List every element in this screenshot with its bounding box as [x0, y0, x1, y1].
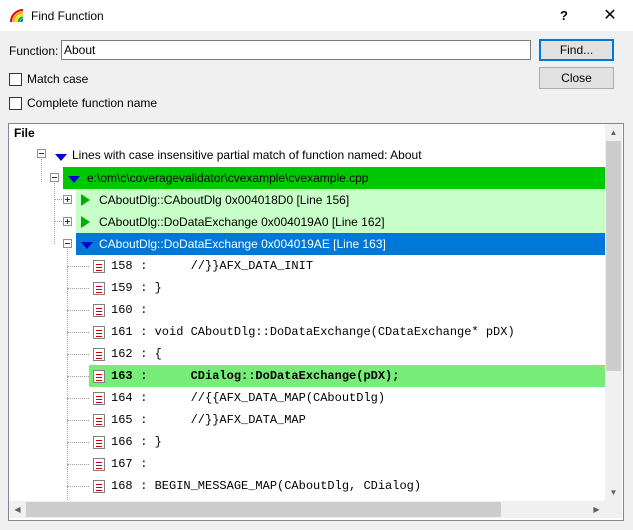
complete-function-name-label: Complete function name — [27, 96, 158, 110]
source-line-row[interactable]: 158 : //}}AFX_DATA_INIT — [9, 255, 605, 277]
tree-connector — [67, 310, 89, 311]
source-line-icon — [93, 370, 105, 383]
tree-root-row[interactable]: Lines with case insensitive partial matc… — [9, 145, 605, 165]
line-code: : //{{AFX_DATA_MAP(CAboutDlg) — [133, 391, 386, 405]
line-code: : void CAboutDlg::DoDataExchange(CDataEx… — [133, 325, 515, 339]
blue-triangle-icon — [68, 176, 80, 183]
scroll-left-icon[interactable]: ◀ — [9, 501, 26, 518]
source-line-row[interactable]: 168 : BEGIN_MESSAGE_MAP(CAboutDlg, CDial… — [9, 475, 605, 497]
line-number: 164 — [111, 391, 133, 405]
root-label: Lines with case insensitive partial matc… — [72, 148, 422, 162]
source-line-row[interactable]: 160 : — [9, 299, 605, 321]
tree-connector — [67, 442, 89, 443]
line-code: : //}}AFX_DATA_MAP — [133, 413, 306, 427]
tree-connector — [67, 398, 89, 399]
window-title: Find Function — [31, 9, 104, 23]
match-case-box[interactable] — [9, 73, 22, 86]
tree-function-row-selected[interactable]: CAboutDlg::DoDataExchange 0x004019AE [Li… — [9, 233, 605, 255]
green-triangle-icon — [81, 216, 90, 228]
file-path-label: e:\om\c\coveragevalidator\cvexample\cvex… — [87, 171, 369, 185]
collapse-file-toggle[interactable] — [50, 173, 59, 182]
line-code: : } — [133, 435, 162, 449]
horizontal-scrollbar[interactable]: ◀ ▶ — [9, 501, 605, 518]
results-tree[interactable]: File Lines with case insensitive partial… — [8, 123, 624, 521]
help-button[interactable]: ? — [541, 0, 587, 31]
line-number: 161 — [111, 325, 133, 339]
line-code: : BEGIN_MESSAGE_MAP(CAboutDlg, CDialog) — [133, 479, 422, 493]
line-number: 158 — [111, 259, 133, 273]
source-line-icon — [93, 414, 105, 427]
source-line-icon — [93, 326, 105, 339]
expand-function-toggle[interactable] — [63, 217, 72, 226]
function-label: CAboutDlg::DoDataExchange 0x004019AE [Li… — [99, 237, 386, 251]
close-window-button[interactable]: ✕ — [587, 0, 633, 31]
source-line-row[interactable]: 167 : — [9, 453, 605, 475]
find-button[interactable]: Find... — [539, 39, 614, 61]
line-number: 162 — [111, 347, 133, 361]
vertical-scrollbar[interactable]: ▲ ▼ — [605, 124, 622, 501]
function-label: Function: — [9, 44, 59, 58]
close-button[interactable]: Close — [539, 67, 614, 89]
source-line-icon — [93, 260, 105, 273]
tree-connector — [67, 376, 89, 377]
line-code: : — [133, 303, 148, 317]
tree-connector — [67, 486, 89, 487]
function-label: CAboutDlg::DoDataExchange 0x004019A0 [Li… — [99, 215, 385, 229]
tree-connector — [67, 332, 89, 333]
tree-connector — [67, 288, 89, 289]
blue-triangle-icon — [55, 154, 67, 161]
line-code: : } — [133, 281, 162, 295]
title-bar: Find Function ? ✕ — [0, 0, 633, 31]
app-icon — [10, 9, 24, 23]
tree-header-file: File — [14, 126, 35, 140]
line-code: : { — [133, 347, 162, 361]
green-triangle-icon — [81, 194, 90, 206]
source-line-row[interactable]: 166 : } — [9, 431, 605, 453]
line-code: : CDialog::DoDataExchange(pDX); — [133, 369, 400, 383]
tree-function-row[interactable]: CAboutDlg::DoDataExchange 0x004019A0 [Li… — [9, 211, 605, 233]
source-line-icon — [93, 392, 105, 405]
scroll-corner — [605, 501, 622, 518]
line-code: : //}}AFX_DATA_INIT — [133, 259, 314, 273]
source-line-icon — [93, 480, 105, 493]
horizontal-scroll-thumb[interactable] — [26, 502, 501, 517]
function-label: CAboutDlg::CAboutDlg 0x004018D0 [Line 15… — [99, 193, 350, 207]
scroll-up-icon[interactable]: ▲ — [605, 124, 622, 141]
tree-connector — [67, 354, 89, 355]
tree-file-row[interactable]: e:\om\c\coveragevalidator\cvexample\cvex… — [9, 167, 605, 189]
line-number: 166 — [111, 435, 133, 449]
blue-triangle-icon — [81, 242, 93, 249]
line-number: 168 — [111, 479, 133, 493]
source-line-icon — [93, 304, 105, 317]
source-line-row[interactable]: 161 : void CAboutDlg::DoDataExchange(CDa… — [9, 321, 605, 343]
source-line-icon — [93, 436, 105, 449]
source-line-icon — [93, 348, 105, 361]
source-line-icon — [93, 282, 105, 295]
line-code: : — [133, 457, 148, 471]
expand-function-toggle[interactable] — [63, 195, 72, 204]
tree-connector — [67, 266, 89, 267]
tree-connector — [67, 420, 89, 421]
line-number: 160 — [111, 303, 133, 317]
function-input[interactable] — [61, 40, 531, 60]
source-line-row[interactable]: 164 : //{{AFX_DATA_MAP(CAboutDlg) — [9, 387, 605, 409]
line-number: 163 — [111, 369, 133, 383]
source-line-row[interactable]: 162 : { — [9, 343, 605, 365]
line-number: 159 — [111, 281, 133, 295]
scroll-down-icon[interactable]: ▼ — [605, 484, 622, 501]
source-line-icon — [93, 458, 105, 471]
source-line-row-highlighted[interactable]: 163 : CDialog::DoDataExchange(pDX); — [9, 365, 605, 387]
collapse-function-toggle[interactable] — [63, 239, 72, 248]
complete-function-name-box[interactable] — [9, 97, 22, 110]
line-number: 167 — [111, 457, 133, 471]
source-line-row[interactable]: 159 : } — [9, 277, 605, 299]
match-case-label: Match case — [27, 72, 89, 86]
line-number: 165 — [111, 413, 133, 427]
vertical-scroll-thumb[interactable] — [606, 141, 621, 371]
tree-connector — [67, 464, 89, 465]
collapse-root-toggle[interactable] — [37, 149, 46, 158]
tree-function-row[interactable]: CAboutDlg::CAboutDlg 0x004018D0 [Line 15… — [9, 189, 605, 211]
scroll-right-icon[interactable]: ▶ — [588, 501, 605, 518]
source-line-row[interactable]: 165 : //}}AFX_DATA_MAP — [9, 409, 605, 431]
